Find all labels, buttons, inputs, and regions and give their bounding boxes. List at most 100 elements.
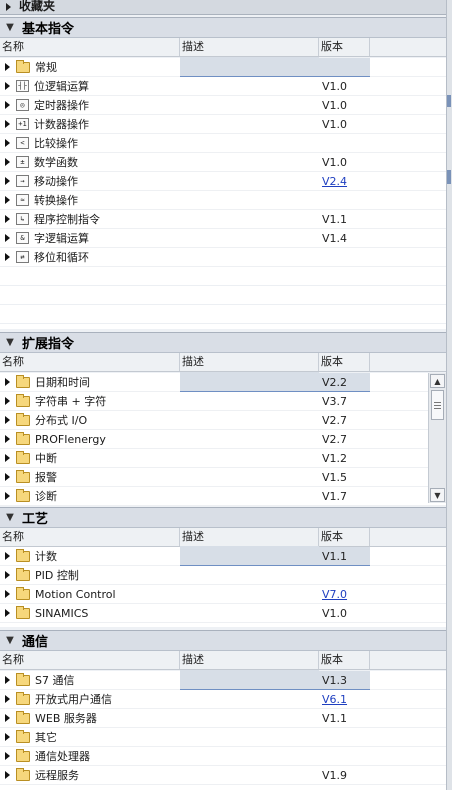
expand-arrow-icon[interactable]	[5, 571, 10, 579]
item-name-cell[interactable]: 其它	[0, 728, 180, 747]
chevron-down-icon[interactable]: ▼	[2, 512, 18, 523]
expand-arrow-icon[interactable]	[5, 771, 10, 779]
col-desc-header[interactable]: 描述	[180, 528, 319, 546]
col-desc-header[interactable]: 描述	[180, 38, 319, 56]
item-name-cell[interactable]: 报警	[0, 468, 180, 487]
list-item[interactable]: SINAMICS V1.0	[0, 604, 446, 623]
expand-arrow-icon[interactable]	[5, 234, 10, 242]
list-item[interactable]: → 移动操作 V2.4	[0, 172, 446, 191]
expand-arrow-icon[interactable]	[5, 473, 10, 481]
item-name-cell[interactable]: 通信处理器	[0, 747, 180, 766]
section-header-basic[interactable]: ▼ 基本指令	[0, 17, 446, 38]
list-item[interactable]: 日期和时间 V2.2	[0, 372, 446, 392]
expand-arrow-icon[interactable]	[5, 752, 10, 760]
expand-arrow-icon[interactable]	[5, 552, 10, 560]
version-link[interactable]: V2.4	[319, 172, 370, 191]
list-item[interactable]: 常规	[0, 57, 446, 77]
list-item[interactable]: 报警 V1.5	[0, 468, 446, 487]
item-name-cell[interactable]: ≈ 转换操作	[0, 191, 180, 210]
scroll-down-button[interactable]: ▼	[430, 488, 445, 502]
col-name-header[interactable]: 名称	[0, 651, 180, 669]
item-name-cell[interactable]: ⇄ 移位和循环	[0, 248, 180, 267]
item-name-cell[interactable]: S7 通信	[0, 671, 180, 690]
item-name-cell[interactable]: PID 控制	[0, 566, 180, 585]
list-item[interactable]: < 比较操作	[0, 134, 446, 153]
list-item[interactable]: +1 计数器操作 V1.0	[0, 115, 446, 134]
list-item[interactable]: 通信处理器	[0, 747, 446, 766]
item-name-cell[interactable]: ┤├ 位逻辑运算	[0, 77, 180, 96]
list-item[interactable]: 分布式 I/O V2.7	[0, 411, 446, 430]
col-name-header[interactable]: 名称	[0, 528, 180, 546]
item-name-cell[interactable]: → 移动操作	[0, 172, 180, 191]
expand-arrow-icon[interactable]	[5, 158, 10, 166]
list-item[interactable]: S7 通信 V1.3	[0, 670, 446, 690]
list-item[interactable]: PID 控制	[0, 566, 446, 585]
chevron-down-icon[interactable]: ▼	[2, 635, 18, 646]
item-name-cell[interactable]: 字符串 + 字符	[0, 392, 180, 411]
expand-arrow-icon[interactable]	[6, 3, 11, 11]
col-version-header[interactable]: 版本	[319, 528, 370, 546]
list-item[interactable]: ↳ 程序控制指令 V1.1	[0, 210, 446, 229]
list-item[interactable]: ┤├ 位逻辑运算 V1.0	[0, 77, 446, 96]
expand-arrow-icon[interactable]	[5, 416, 10, 424]
list-item[interactable]: 诊断 V1.7	[0, 487, 446, 506]
expand-arrow-icon[interactable]	[5, 492, 10, 500]
item-name-cell[interactable]: 开放式用户通信	[0, 690, 180, 709]
chevron-down-icon[interactable]: ▼	[2, 22, 18, 33]
expand-arrow-icon[interactable]	[5, 676, 10, 684]
item-name-cell[interactable]: 日期和时间	[0, 373, 180, 392]
expand-arrow-icon[interactable]	[5, 609, 10, 617]
col-version-header[interactable]: 版本	[319, 651, 370, 669]
expand-arrow-icon[interactable]	[5, 253, 10, 261]
scroll-thumb[interactable]	[431, 390, 444, 420]
item-name-cell[interactable]: 计数	[0, 547, 180, 566]
expand-arrow-icon[interactable]	[5, 215, 10, 223]
list-item[interactable]: 中断 V1.2	[0, 449, 446, 468]
favorites-pane-header[interactable]: 收藏夹	[0, 0, 446, 15]
expand-arrow-icon[interactable]	[5, 397, 10, 405]
item-name-cell[interactable]: +1 计数器操作	[0, 115, 180, 134]
list-item[interactable]: 开放式用户通信 V6.1	[0, 690, 446, 709]
item-name-cell[interactable]: 常规	[0, 58, 180, 77]
item-name-cell[interactable]: & 字逻辑运算	[0, 229, 180, 248]
expand-arrow-icon[interactable]	[5, 454, 10, 462]
expand-arrow-icon[interactable]	[5, 82, 10, 90]
panel-tab-marker[interactable]	[447, 170, 451, 184]
expand-arrow-icon[interactable]	[5, 120, 10, 128]
list-item[interactable]: PROFIenergy V2.7	[0, 430, 446, 449]
col-name-header[interactable]: 名称	[0, 353, 180, 371]
list-item[interactable]: ◎ 定时器操作 V1.0	[0, 96, 446, 115]
expand-arrow-icon[interactable]	[5, 733, 10, 741]
expand-arrow-icon[interactable]	[5, 378, 10, 386]
list-item[interactable]: 其它	[0, 728, 446, 747]
col-version-header[interactable]: 版本	[319, 353, 370, 371]
scroll-up-button[interactable]: ▲	[430, 374, 445, 388]
list-item[interactable]: ≈ 转换操作	[0, 191, 446, 210]
col-desc-header[interactable]: 描述	[180, 651, 319, 669]
item-name-cell[interactable]: SINAMICS	[0, 604, 180, 623]
expand-arrow-icon[interactable]	[5, 177, 10, 185]
version-link[interactable]: V7.0	[319, 585, 370, 604]
item-name-cell[interactable]: 分布式 I/O	[0, 411, 180, 430]
expand-arrow-icon[interactable]	[5, 196, 10, 204]
item-name-cell[interactable]: ◎ 定时器操作	[0, 96, 180, 115]
chevron-down-icon[interactable]: ▼	[2, 337, 18, 348]
list-item[interactable]: ⇄ 移位和循环	[0, 248, 446, 267]
expand-arrow-icon[interactable]	[5, 139, 10, 147]
list-item[interactable]: & 字逻辑运算 V1.4	[0, 229, 446, 248]
expand-arrow-icon[interactable]	[5, 714, 10, 722]
list-item[interactable]: ± 数学函数 V1.0	[0, 153, 446, 172]
item-name-cell[interactable]: Motion Control	[0, 585, 180, 604]
section-header-extended[interactable]: ▼ 扩展指令	[0, 332, 446, 353]
version-link[interactable]: V6.1	[319, 690, 370, 709]
list-item[interactable]: 字符串 + 字符 V3.7	[0, 392, 446, 411]
vertical-scrollbar[interactable]: ▲ ▼	[428, 373, 446, 503]
item-name-cell[interactable]: WEB 服务器	[0, 709, 180, 728]
expand-arrow-icon[interactable]	[5, 435, 10, 443]
item-name-cell[interactable]: PROFIenergy	[0, 430, 180, 449]
expand-arrow-icon[interactable]	[5, 63, 10, 71]
expand-arrow-icon[interactable]	[5, 695, 10, 703]
list-item[interactable]: Motion Control V7.0	[0, 585, 446, 604]
item-name-cell[interactable]: ± 数学函数	[0, 153, 180, 172]
col-version-header[interactable]: 版本	[319, 38, 370, 56]
